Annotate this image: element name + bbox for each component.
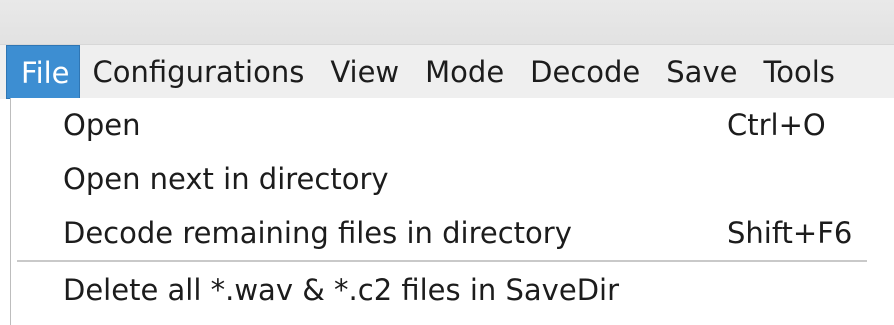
menu-file[interactable]: File — [6, 45, 80, 99]
menu-item-open-next[interactable]: Open next in directory — [11, 152, 894, 206]
menu-item-delete-all[interactable]: Delete all *.wav & *.c2 files in SaveDir — [11, 263, 894, 317]
menu-item-label: Delete all *.wav & *.c2 files in SaveDir — [63, 273, 619, 307]
menu-configurations[interactable]: Configurations — [80, 45, 318, 99]
menu-mode[interactable]: Mode — [412, 45, 517, 99]
menu-item-label: Open — [63, 108, 141, 142]
menubar: File Configurations View Mode Decode Sav… — [0, 44, 894, 99]
menu-item-shortcut: Ctrl+O — [727, 108, 826, 142]
menu-decode[interactable]: Decode — [517, 45, 653, 99]
window-titlebar — [0, 0, 894, 44]
menu-item-label: Open next in directory — [63, 162, 389, 196]
file-menu-dropdown: Open Ctrl+O Open next in directory Decod… — [10, 98, 894, 325]
menu-item-decode-remaining[interactable]: Decode remaining files in directory Shif… — [11, 206, 894, 260]
app-window: File Configurations View Mode Decode Sav… — [0, 0, 894, 325]
menu-tools[interactable]: Tools — [750, 45, 847, 99]
menu-save[interactable]: Save — [653, 45, 750, 99]
menu-view[interactable]: View — [317, 45, 412, 99]
menu-separator — [17, 260, 867, 262]
menu-item-open[interactable]: Open Ctrl+O — [11, 98, 894, 152]
menu-item-shortcut: Shift+F6 — [727, 216, 853, 250]
menu-item-label: Decode remaining files in directory — [63, 216, 572, 250]
